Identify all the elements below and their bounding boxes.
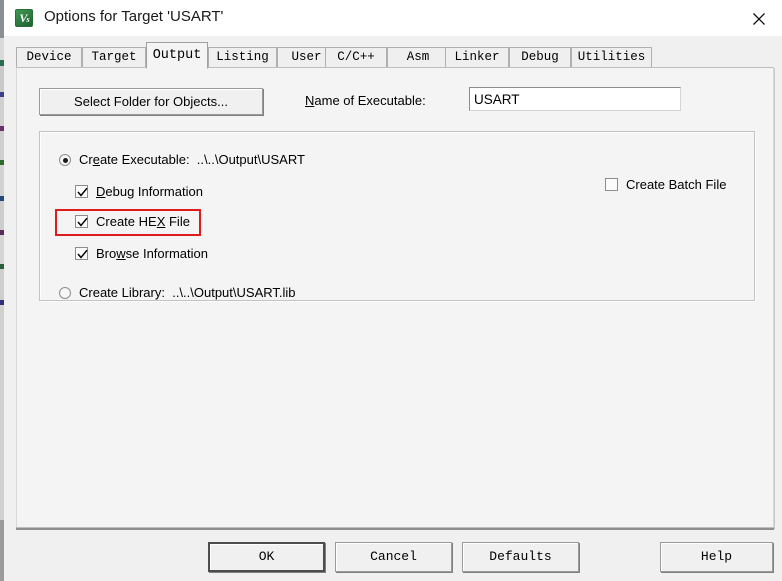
close-button[interactable] bbox=[736, 0, 782, 36]
create-hex-file-checkbox[interactable] bbox=[75, 215, 88, 228]
defaults-button[interactable]: Defaults bbox=[462, 542, 579, 572]
debug-information-label: Debug Information bbox=[96, 184, 203, 199]
browse-information-label: Browse Information bbox=[96, 246, 208, 261]
options-dialog: Device Target Output Listing User C/C++ … bbox=[4, 36, 782, 581]
create-executable-radio[interactable] bbox=[59, 154, 71, 166]
uvision-logo-glyph: Vs bbox=[19, 11, 29, 25]
tab-asm[interactable]: Asm bbox=[387, 47, 449, 68]
tab-utilities[interactable]: Utilities bbox=[571, 47, 652, 68]
create-executable-label: Create Executable: ..\..\Output\USART bbox=[79, 152, 305, 167]
tab-linker[interactable]: Linker bbox=[445, 47, 509, 68]
select-folder-button-label: Select Folder for Objects... bbox=[74, 94, 228, 109]
cancel-button-label: Cancel bbox=[370, 549, 417, 564]
help-button-label: Help bbox=[700, 549, 733, 564]
panel-bottom-separator bbox=[16, 527, 774, 530]
create-batch-file-checkbox[interactable] bbox=[605, 178, 618, 191]
tab-device[interactable]: Device bbox=[16, 47, 82, 68]
tab-output[interactable]: Output bbox=[146, 42, 208, 69]
tab-debug[interactable]: Debug bbox=[509, 47, 571, 68]
title-bar: Vs Options for Target 'USART' bbox=[4, 0, 782, 37]
tab-bar: Device Target Output Listing User C/C++ … bbox=[16, 42, 774, 69]
ok-button-label: OK bbox=[258, 549, 275, 564]
close-icon bbox=[753, 13, 765, 25]
browse-information-checkbox[interactable] bbox=[75, 247, 88, 260]
defaults-button-label: Defaults bbox=[489, 549, 552, 564]
tab-cpp[interactable]: C/C++ bbox=[325, 47, 387, 68]
tab-target[interactable]: Target bbox=[82, 47, 146, 68]
checkmark-icon bbox=[77, 217, 88, 227]
tab-listing[interactable]: Listing bbox=[208, 47, 277, 68]
name-of-executable-label-rest: ame of Executable: bbox=[314, 93, 426, 108]
create-hex-file-label: Create HEX File bbox=[96, 214, 190, 229]
window-title: Options for Target 'USART' bbox=[44, 8, 224, 25]
checkmark-icon bbox=[77, 249, 88, 259]
checkmark-icon bbox=[77, 187, 88, 197]
create-executable-path: ..\..\Output\USART bbox=[196, 152, 305, 167]
debug-information-checkbox[interactable] bbox=[75, 185, 88, 198]
cancel-button[interactable]: Cancel bbox=[335, 542, 452, 572]
uvision-logo-icon: Vs bbox=[15, 9, 33, 27]
output-tab-panel: Select Folder for Objects... Name of Exe… bbox=[16, 67, 774, 528]
create-batch-file-label: Create Batch File bbox=[626, 177, 727, 192]
create-library-label: Create Library: ..\..\Output\USART.lib bbox=[79, 285, 296, 300]
create-library-radio[interactable] bbox=[59, 287, 71, 299]
help-button[interactable]: Help bbox=[660, 542, 773, 572]
name-of-executable-label: Name of Executable: bbox=[305, 93, 426, 108]
create-library-path: ..\..\Output\USART.lib bbox=[172, 285, 296, 300]
name-of-executable-input[interactable] bbox=[469, 87, 681, 111]
select-folder-for-objects-button[interactable]: Select Folder for Objects... bbox=[39, 88, 263, 115]
ok-button[interactable]: OK bbox=[208, 542, 325, 572]
